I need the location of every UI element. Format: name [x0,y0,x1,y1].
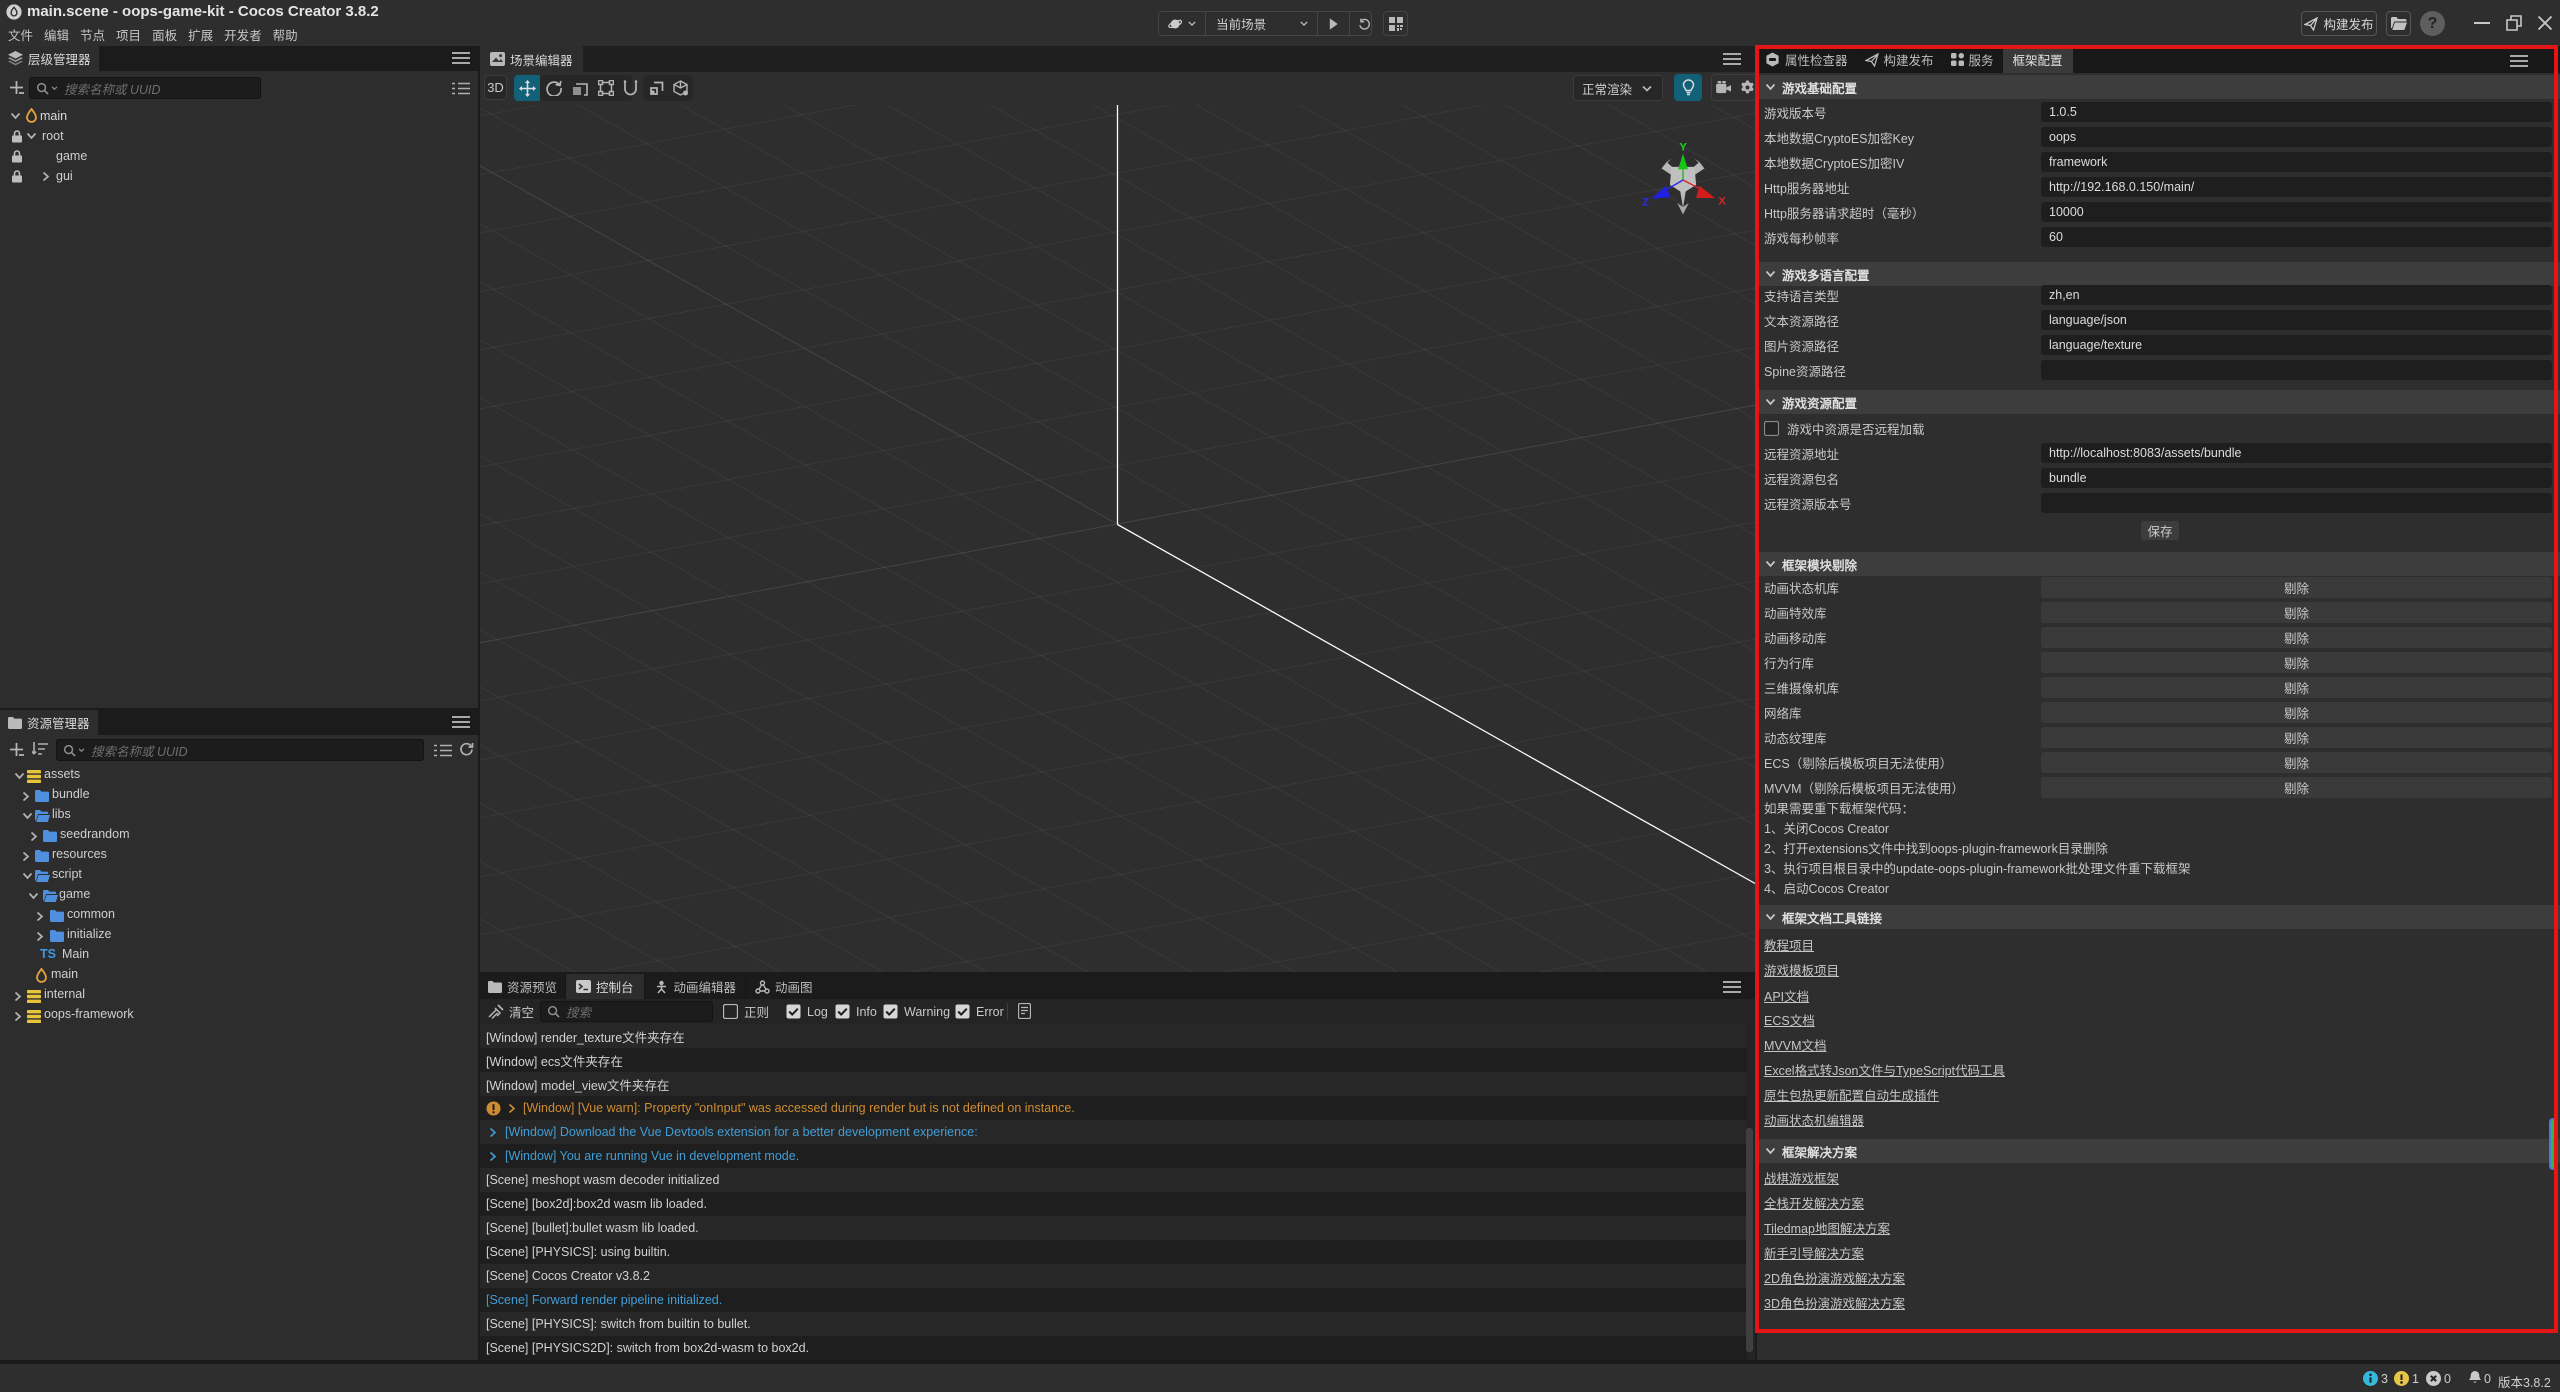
svg-text:X: X [1718,196,1726,208]
svg-text:Z: Z [1642,196,1649,208]
svg-text:Y: Y [1679,141,1687,153]
